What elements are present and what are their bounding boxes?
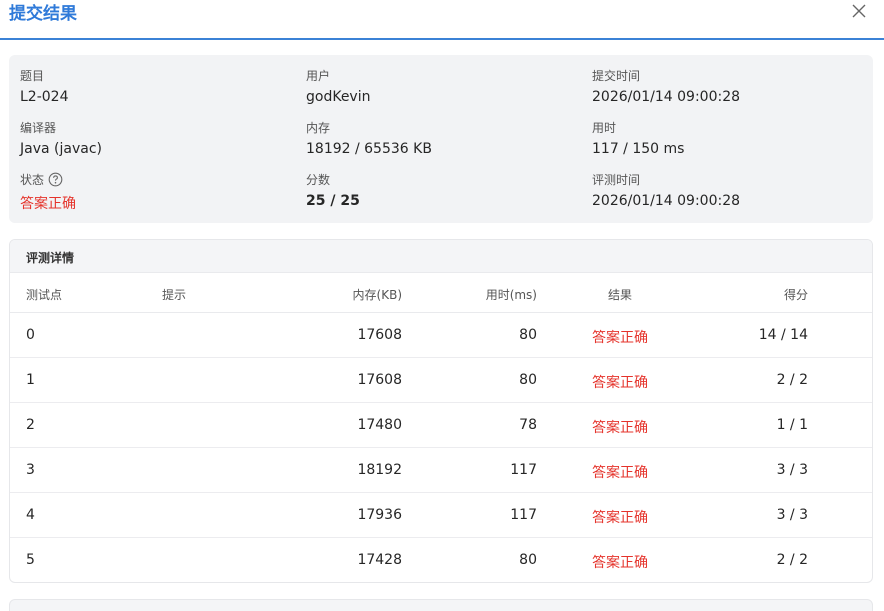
cell-time: 117: [510, 507, 537, 523]
table-row: 4 17936 117 答案正确 3 / 3: [10, 493, 872, 538]
status-value: 答案正确: [20, 196, 76, 212]
table-row: 3 18192 117 答案正确 3 / 3: [10, 448, 872, 493]
cell-result: 答案正确: [592, 420, 648, 436]
table-body: 0 17608 80 答案正确 14 / 14 1 17608 80 答案正确 2 / 2 2 174…: [10, 313, 872, 582]
dialog-header: 提交结果: [0, 0, 884, 40]
score-value: 25 / 25: [306, 193, 360, 209]
cell-memory: 17480: [357, 417, 402, 433]
compiler-value: Java (javac): [20, 141, 102, 157]
col-memory: 内存(KB): [352, 288, 402, 302]
col-score: 得分: [783, 288, 808, 302]
cell-score: 3 / 3: [776, 507, 808, 523]
cell-case: 2: [26, 417, 35, 433]
judge-details-panel: 评测详情 测试点 提示 内存(KB) 用时(ms) 结果 得分 0 17608 80…: [9, 239, 873, 583]
cell-score: 1 / 1: [776, 417, 808, 433]
col-hint: 提示: [162, 288, 187, 302]
close-icon[interactable]: [848, 0, 870, 22]
cell-case: 4: [26, 507, 35, 523]
memory-label: 内存: [306, 121, 331, 135]
cell-case: 0: [26, 327, 35, 343]
col-time: 用时(ms): [485, 288, 537, 302]
next-section-card: [9, 599, 873, 611]
judge-details-header: 评测详情: [10, 240, 872, 273]
cell-case: 5: [26, 552, 35, 568]
table-row: 0 17608 80 答案正确 14 / 14: [10, 313, 872, 358]
user-value[interactable]: godKevin: [306, 89, 370, 105]
question-circle-icon[interactable]: [48, 172, 63, 187]
col-case: 测试点: [26, 288, 63, 302]
status-label: 状态: [20, 171, 63, 188]
cell-memory: 17608: [357, 372, 402, 388]
problem-value[interactable]: L2-024: [20, 89, 68, 105]
table-row: 2 17480 78 答案正确 1 / 1: [10, 403, 872, 448]
time-used-label: 用时: [592, 121, 617, 135]
judge-details-title: 评测详情: [26, 251, 75, 265]
score-label: 分数: [306, 173, 331, 187]
judge-time-value: 2026/01/14 09:00:28: [592, 193, 741, 209]
submit-time-value: 2026/01/14 09:00:28: [592, 89, 741, 105]
judge-time-label: 评测时间: [592, 173, 641, 187]
cell-result: 答案正确: [592, 465, 648, 481]
cell-memory: 18192: [357, 462, 402, 478]
cell-memory: 17608: [357, 327, 402, 343]
cell-time: 80: [519, 327, 537, 343]
table-row: 5 17428 80 答案正确 2 / 2: [10, 538, 872, 582]
cell-case: 1: [26, 372, 35, 388]
time-used-value: 117 / 150 ms: [592, 141, 685, 157]
cell-time: 117: [510, 462, 537, 478]
cell-result: 答案正确: [592, 375, 648, 391]
cell-time: 80: [519, 372, 537, 388]
problem-label: 题目: [20, 69, 45, 83]
user-label: 用户: [306, 69, 331, 83]
cell-score: 3 / 3: [776, 462, 808, 478]
memory-value: 18192 / 65536 KB: [306, 141, 432, 157]
cell-score: 2 / 2: [776, 372, 808, 388]
cell-memory: 17936: [357, 507, 402, 523]
cell-score: 14 / 14: [758, 327, 808, 343]
compiler-label: 编译器: [20, 121, 57, 135]
cell-time: 80: [519, 552, 537, 568]
cell-memory: 17428: [357, 552, 402, 568]
cell-result: 答案正确: [592, 330, 648, 346]
status-label-text: 状态: [20, 173, 45, 187]
table-row: 1 17608 80 答案正确 2 / 2: [10, 358, 872, 403]
submission-summary: 题目 L2-024 用户 godKevin 提交时间 2026/01/14 09…: [9, 55, 873, 223]
cell-result: 答案正确: [592, 510, 648, 526]
cell-result: 答案正确: [592, 555, 648, 571]
cell-time: 78: [519, 417, 537, 433]
submit-time-label: 提交时间: [592, 69, 641, 83]
cell-score: 2 / 2: [776, 552, 808, 568]
dialog-title: 提交结果: [9, 4, 77, 24]
table-header: 测试点 提示 内存(KB) 用时(ms) 结果 得分: [10, 273, 872, 313]
col-result: 结果: [607, 288, 632, 302]
cell-case: 3: [26, 462, 35, 478]
